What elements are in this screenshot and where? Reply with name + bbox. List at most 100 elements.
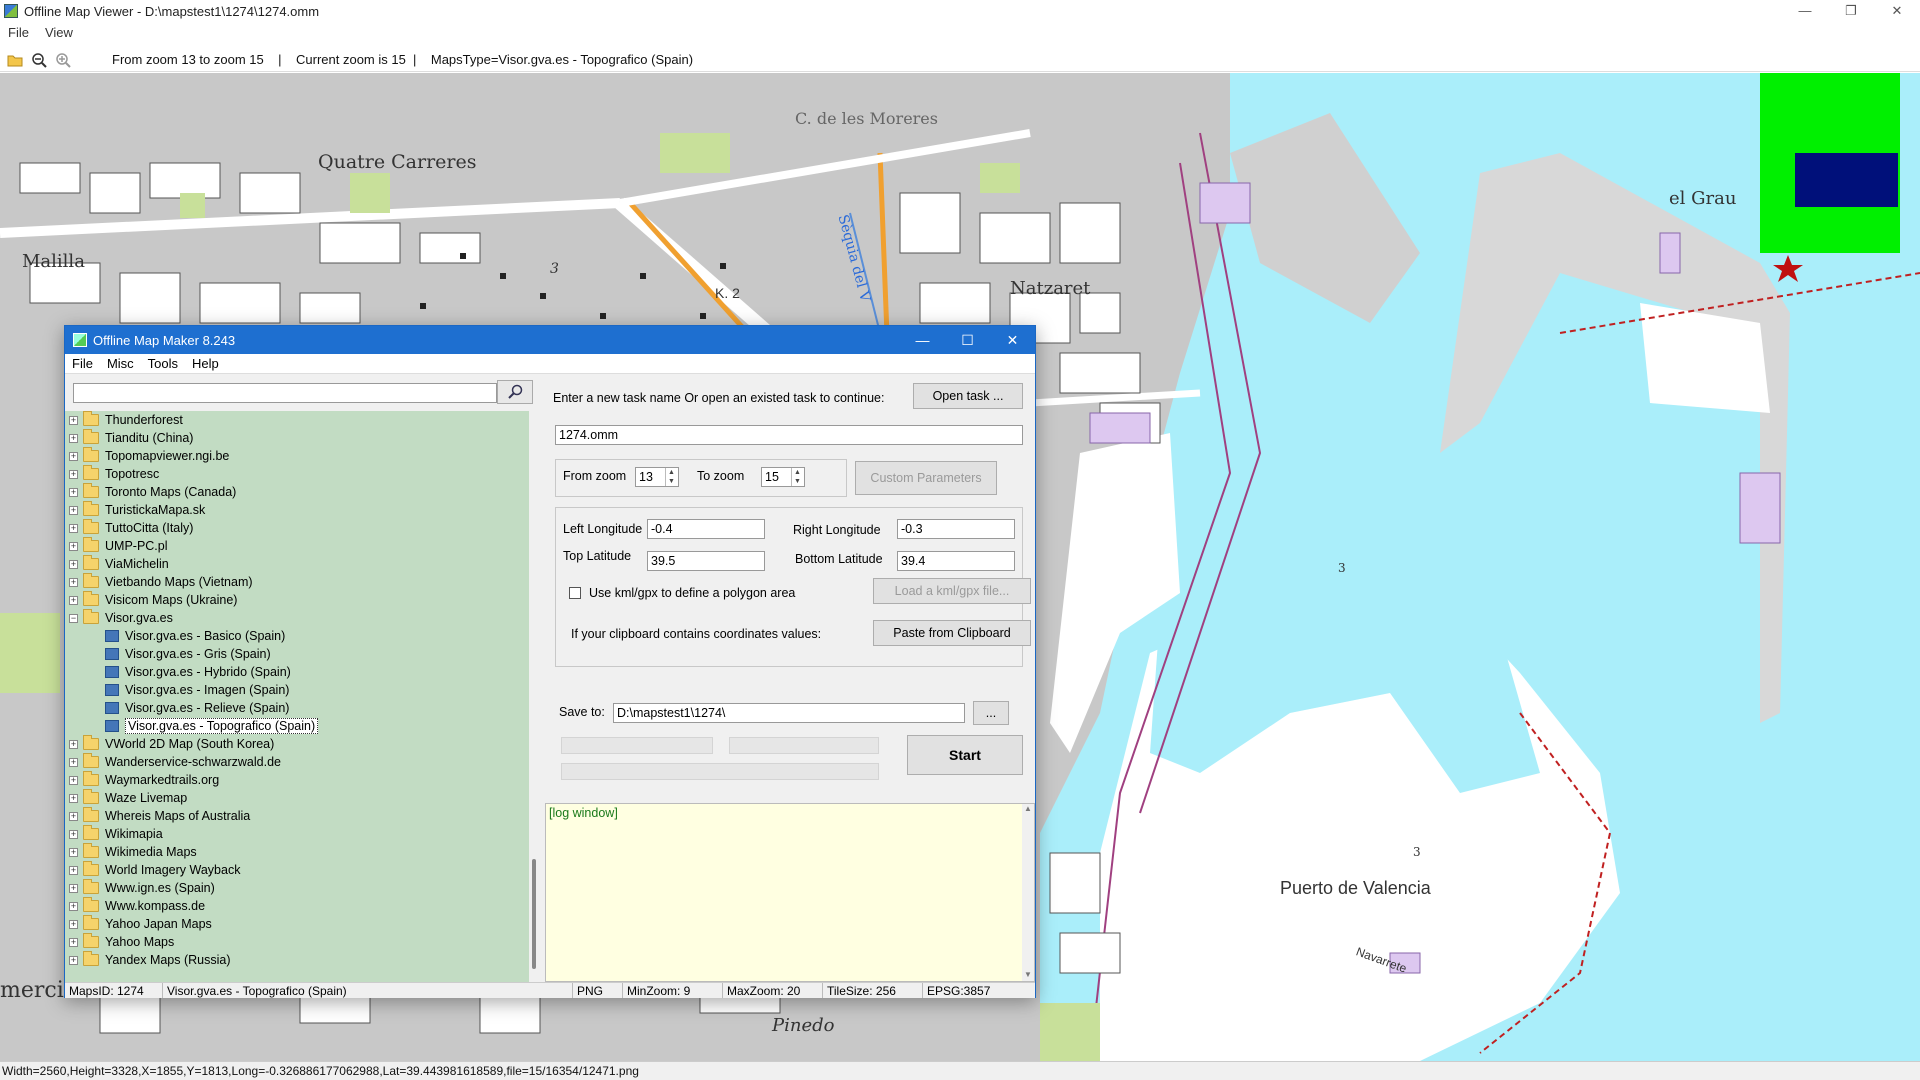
expand-icon[interactable]: + xyxy=(69,433,78,443)
collapse-icon[interactable]: − xyxy=(69,613,78,623)
folder-icon xyxy=(83,915,99,930)
tree-item[interactable]: + World Imagery Wayback xyxy=(65,861,529,879)
expand-icon[interactable]: + xyxy=(69,757,78,767)
expand-icon[interactable]: + xyxy=(69,469,78,479)
tree-item-label: Yahoo Maps xyxy=(105,935,175,949)
tree-item[interactable]: − Visor.gva.es xyxy=(65,609,529,627)
tree-item[interactable]: + Www.ign.es (Spain) xyxy=(65,879,529,897)
dialog-titlebar[interactable]: Offline Map Maker 8.243 — ☐ ✕ xyxy=(65,326,1035,354)
top-latitude-input[interactable]: 39.5 xyxy=(647,551,765,571)
tree-item[interactable]: + Whereis Maps of Australia xyxy=(65,807,529,825)
log-window[interactable]: [log window] ▲ ▼ xyxy=(545,803,1035,982)
maps-search-input[interactable] xyxy=(73,383,497,403)
dialog-menu-tools[interactable]: Tools xyxy=(141,356,185,371)
log-scrollbar[interactable]: ▲ ▼ xyxy=(1022,804,1034,981)
maximize-button[interactable]: ❐ xyxy=(1828,0,1874,22)
expand-icon[interactable]: + xyxy=(69,415,78,425)
tree-scrollbar[interactable] xyxy=(529,411,539,982)
tree-item[interactable]: Visor.gva.es - Relieve (Spain) xyxy=(65,699,529,717)
expand-icon[interactable]: + xyxy=(69,937,78,947)
tree-item[interactable]: + ViaMichelin xyxy=(65,555,529,573)
tree-item[interactable]: + Yahoo Maps xyxy=(65,933,529,951)
tree-item[interactable]: Visor.gva.es - Topografico (Spain) xyxy=(65,717,529,735)
to-zoom-stepper[interactable]: ▲ ▼ xyxy=(791,468,803,486)
expand-icon[interactable]: + xyxy=(69,577,78,587)
tree-item[interactable]: + Thunderforest xyxy=(65,411,529,429)
expand-icon[interactable]: + xyxy=(69,541,78,551)
load-kml-button[interactable]: Load a kml/gpx file... xyxy=(873,578,1031,604)
expand-icon[interactable]: + xyxy=(69,865,78,875)
expand-icon[interactable]: + xyxy=(69,919,78,929)
tree-item[interactable]: + TuristickaMapa.sk xyxy=(65,501,529,519)
close-button[interactable]: ✕ xyxy=(1874,0,1920,22)
tree-item[interactable]: + Vietbando Maps (Vietnam) xyxy=(65,573,529,591)
expand-icon[interactable]: + xyxy=(69,739,78,749)
expand-icon[interactable]: + xyxy=(69,847,78,857)
tree-item-label: Visor.gva.es xyxy=(105,611,173,625)
expand-icon[interactable]: + xyxy=(69,775,78,785)
tree-item[interactable]: + Www.kompass.de xyxy=(65,897,529,915)
from-zoom-stepper[interactable]: ▲ ▼ xyxy=(665,468,677,486)
zoom-out-icon[interactable] xyxy=(30,51,48,69)
tree-item[interactable]: + Visicom Maps (Ukraine) xyxy=(65,591,529,609)
tree-item[interactable]: Visor.gva.es - Basico (Spain) xyxy=(65,627,529,645)
right-longitude-input[interactable]: -0.3 xyxy=(897,519,1015,539)
open-folder-icon[interactable] xyxy=(6,51,24,69)
expand-icon[interactable]: + xyxy=(69,793,78,803)
tree-item[interactable]: + Yandex Maps (Russia) xyxy=(65,951,529,969)
dialog-maximize-button[interactable]: ☐ xyxy=(945,326,990,354)
paste-clipboard-button[interactable]: Paste from Clipboard xyxy=(873,620,1031,646)
expand-icon[interactable]: + xyxy=(69,901,78,911)
expand-icon[interactable]: + xyxy=(69,883,78,893)
tree-item[interactable]: + VWorld 2D Map (South Korea) xyxy=(65,735,529,753)
dialog-close-button[interactable]: ✕ xyxy=(990,326,1035,354)
start-button[interactable]: Start xyxy=(907,735,1023,775)
dialog-menu-misc[interactable]: Misc xyxy=(100,356,141,371)
menu-view[interactable]: View xyxy=(37,25,81,40)
bottom-latitude-input[interactable]: 39.4 xyxy=(897,551,1015,571)
expand-icon[interactable]: + xyxy=(69,829,78,839)
expand-icon[interactable]: + xyxy=(69,595,78,605)
search-button[interactable] xyxy=(497,380,533,404)
dialog-menu-file[interactable]: File xyxy=(65,356,100,371)
minimize-button[interactable]: — xyxy=(1782,0,1828,22)
tree-item[interactable]: + Yahoo Japan Maps xyxy=(65,915,529,933)
open-task-button[interactable]: Open task ... xyxy=(913,383,1023,409)
expand-icon[interactable]: + xyxy=(69,487,78,497)
use-kml-checkbox[interactable] xyxy=(569,587,581,599)
dialog-minimize-button[interactable]: — xyxy=(900,326,945,354)
browse-folder-button[interactable]: ... xyxy=(973,701,1009,725)
left-longitude-input[interactable]: -0.4 xyxy=(647,519,765,539)
tree-item[interactable]: + UMP-PC.pl xyxy=(65,537,529,555)
tree-item[interactable]: + Waze Livemap xyxy=(65,789,529,807)
zoom-in-icon[interactable] xyxy=(54,51,72,69)
tree-item[interactable]: + Wikimapia xyxy=(65,825,529,843)
tree-item[interactable]: Visor.gva.es - Imagen (Spain) xyxy=(65,681,529,699)
expand-icon[interactable]: + xyxy=(69,955,78,965)
tree-item[interactable]: + TuttoCitta (Italy) xyxy=(65,519,529,537)
tree-scroll-thumb[interactable] xyxy=(532,859,536,969)
menu-file[interactable]: File xyxy=(0,25,37,40)
expand-icon[interactable]: + xyxy=(69,811,78,821)
custom-parameters-button[interactable]: Custom Parameters xyxy=(855,461,997,495)
tree-item-label: Thunderforest xyxy=(105,413,183,427)
tree-item[interactable]: + Waymarkedtrails.org xyxy=(65,771,529,789)
folder-icon xyxy=(83,825,99,840)
dialog-menu-help[interactable]: Help xyxy=(185,356,226,371)
maps-tree[interactable]: + Thunderforest + Tianditu (China) + Topomapv… xyxy=(65,411,529,982)
tree-item[interactable]: + Topomapviewer.ngi.be xyxy=(65,447,529,465)
tree-item[interactable]: + Wikimedia Maps xyxy=(65,843,529,861)
expand-icon[interactable]: + xyxy=(69,505,78,515)
task-name-input[interactable]: 1274.omm xyxy=(555,425,1023,445)
expand-icon[interactable]: + xyxy=(69,451,78,461)
tree-item[interactable]: + Toronto Maps (Canada) xyxy=(65,483,529,501)
folder-icon xyxy=(83,447,99,462)
expand-icon[interactable]: + xyxy=(69,523,78,533)
expand-icon[interactable]: + xyxy=(69,559,78,569)
tree-item[interactable]: + Topotresc xyxy=(65,465,529,483)
tree-item[interactable]: + Wanderservice-schwarzwald.de xyxy=(65,753,529,771)
save-to-input[interactable]: D:\mapstest1\1274\ xyxy=(613,703,965,723)
tree-item[interactable]: Visor.gva.es - Hybrido (Spain) xyxy=(65,663,529,681)
tree-item[interactable]: + Tianditu (China) xyxy=(65,429,529,447)
tree-item[interactable]: Visor.gva.es - Gris (Spain) xyxy=(65,645,529,663)
